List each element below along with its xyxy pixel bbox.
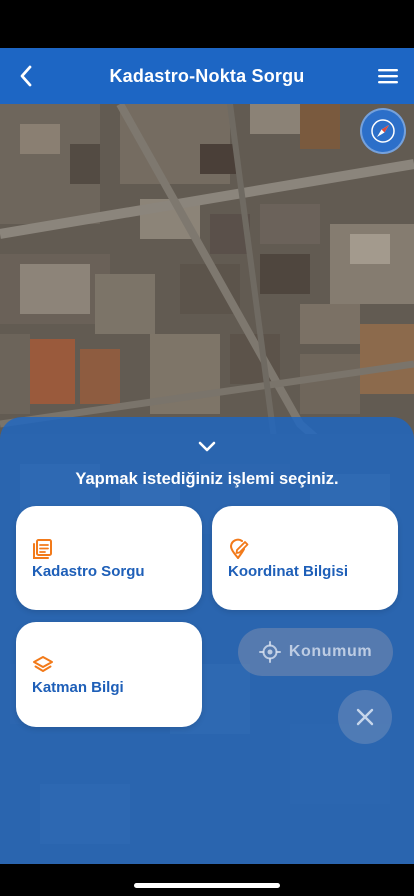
- card-label: Katman Bilgi: [32, 679, 124, 696]
- card-label: Koordinat Bilgisi: [228, 563, 348, 580]
- my-location-label: Konumum: [288, 643, 373, 660]
- page-title: Kadastro-Nokta Sorgu: [109, 65, 305, 86]
- status-bar: [0, 0, 414, 48]
- back-button[interactable]: [8, 58, 44, 94]
- compass-icon: [371, 119, 395, 143]
- document-list-icon: [33, 539, 52, 559]
- crosshair-icon: [258, 641, 281, 663]
- chevron-down-icon: [198, 441, 216, 452]
- sheet-prompt: Yapmak istediğiniz işlemi seçiniz.: [75, 470, 339, 488]
- top-navigation-bar: Kadastro-Nokta Sorgu: [0, 48, 414, 104]
- card-label: Kadastro Sorgu: [32, 563, 145, 580]
- collapse-sheet-button[interactable]: [195, 437, 219, 457]
- home-indicator[interactable]: [134, 883, 280, 888]
- layers-icon: [33, 656, 53, 672]
- close-button[interactable]: [338, 690, 392, 744]
- close-icon: [356, 708, 374, 726]
- my-location-button[interactable]: Konumum: [238, 628, 393, 676]
- katman-bilgi-card[interactable]: Katman Bilgi: [16, 622, 202, 727]
- hamburger-menu-icon: [378, 69, 398, 84]
- bottom-bar: [0, 864, 414, 896]
- chevron-left-icon: [20, 65, 32, 87]
- compass-button[interactable]: [360, 108, 406, 154]
- koordinat-bilgisi-card[interactable]: Koordinat Bilgisi: [212, 506, 398, 610]
- location-edit-icon: [229, 538, 249, 559]
- kadastro-sorgu-card[interactable]: Kadastro Sorgu: [16, 506, 202, 610]
- menu-button[interactable]: [370, 58, 406, 94]
